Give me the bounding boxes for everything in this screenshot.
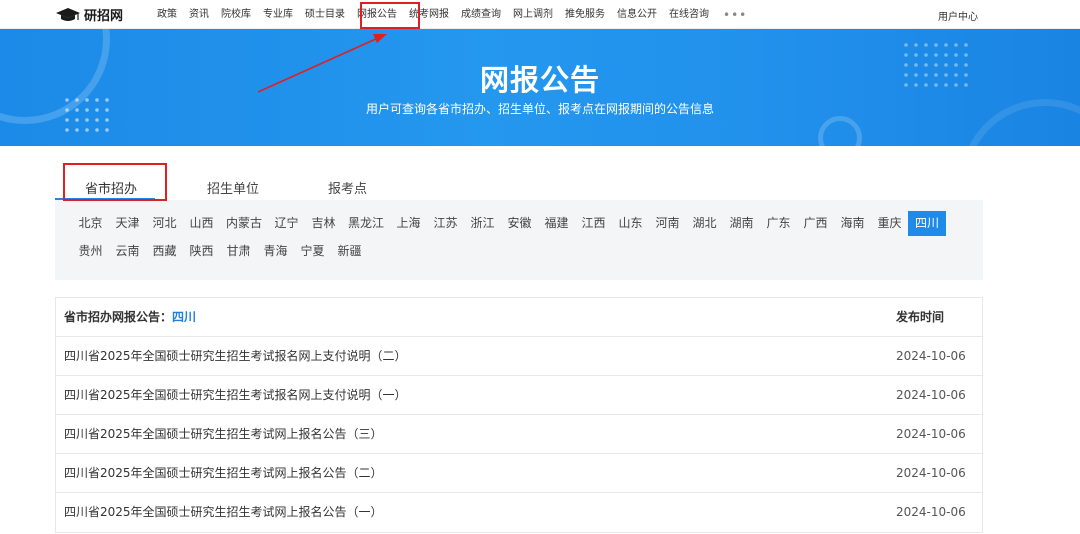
province-option[interactable]: 黑龙江 (342, 211, 390, 236)
publish-date: 2024-10-06 (896, 466, 966, 480)
publish-date: 2024-10-06 (896, 388, 966, 402)
province-option[interactable]: 重庆 (871, 211, 908, 236)
province-option[interactable]: 浙江 (464, 211, 501, 236)
page-banner: 网报公告 用户可查询各省市招办、招生单位、报考点在网报期间的公告信息 (0, 29, 1080, 146)
province-option[interactable]: 天津 (109, 211, 146, 236)
user-center-link[interactable]: 用户中心 (938, 8, 978, 23)
header-label: 省市招办网报公告： (64, 310, 173, 324)
banner-subtitle: 用户可查询各省市招办、招生单位、报考点在网报期间的公告信息 (365, 102, 714, 116)
tab-enrollment-unit[interactable]: 招生单位 (207, 178, 259, 197)
table-header: 省市招办网报公告：四川 发布时间 (56, 298, 982, 337)
province-option[interactable]: 湖北 (686, 211, 723, 236)
nav-item-recommend-service[interactable]: 推免服务 (559, 0, 611, 29)
nav-item-policy[interactable]: 政策 (151, 0, 183, 29)
decorative-ring (818, 116, 862, 146)
banner-title: 网报公告 (479, 63, 600, 97)
header-region: 四川 (172, 310, 197, 324)
province-option[interactable]: 辽宁 (268, 211, 305, 236)
site-logo[interactable]: 研招网 (55, 5, 123, 24)
province-option[interactable]: 广东 (760, 211, 797, 236)
province-option[interactable]: 江苏 (427, 211, 464, 236)
announcement-title-link[interactable]: 四川省2025年全国硕士研究生招生考试报名网上支付说明（一） (64, 376, 407, 415)
publish-date: 2024-10-06 (896, 427, 966, 441)
highlight-box-tab (63, 163, 167, 201)
announcement-title-link[interactable]: 四川省2025年全国硕士研究生招生考试网上报名公告（二） (64, 454, 383, 493)
main-menu: 政策 资讯 院校库 专业库 硕士目录 网报公告 统考网报 成绩查询 网上调剂 推免服务 信息公开 在线… (151, 0, 747, 29)
table-row[interactable]: 四川省2025年全国硕士研究生招生考试网上报名公告（二） 2024-10-06 (56, 454, 982, 493)
province-option[interactable]: 北京 (72, 211, 109, 236)
nav-item-news[interactable]: 资讯 (183, 0, 215, 29)
nav-item-school-library[interactable]: 院校库 (215, 0, 257, 29)
province-option[interactable]: 西藏 (146, 239, 183, 264)
highlight-box-nav (360, 2, 420, 29)
nav-item-info-disclosure[interactable]: 信息公开 (611, 0, 663, 29)
announcement-title-link[interactable]: 四川省2025年全国硕士研究生招生考试网上报名公告（三） (64, 415, 383, 454)
province-option[interactable]: 甘肃 (220, 239, 257, 264)
province-option[interactable]: 贵州 (72, 239, 109, 264)
graduation-cap-icon (56, 7, 80, 21)
province-filter-panel: 北京 天津 河北 山西 内蒙古 辽宁 吉林 黑龙江 上海 江苏 浙江 安徽 福建 江西 山东 河南 湖北 湖南 广东… (55, 200, 983, 280)
table-row[interactable]: 四川省2025年全国硕士研究生招生考试网上报名公告（三） 2024-10-06 (56, 415, 982, 454)
province-option[interactable]: 山西 (183, 211, 220, 236)
nav-item-online-consult[interactable]: 在线咨询 (663, 0, 715, 29)
more-menu-icon[interactable]: ••• (715, 8, 747, 22)
publish-date: 2024-10-06 (896, 349, 966, 363)
province-option[interactable]: 海南 (834, 211, 871, 236)
province-option[interactable]: 青海 (257, 239, 294, 264)
nav-item-master-catalog[interactable]: 硕士目录 (299, 0, 351, 29)
announcement-title-link[interactable]: 四川省2025年全国硕士研究生招生考试网上报名公告（一） (64, 493, 383, 532)
province-option[interactable]: 河南 (649, 211, 686, 236)
province-option[interactable]: 陕西 (183, 239, 220, 264)
province-option[interactable]: 江西 (575, 211, 612, 236)
province-option[interactable]: 四川 (908, 211, 946, 236)
nav-item-online-adjustment[interactable]: 网上调剂 (507, 0, 559, 29)
table-header-title: 省市招办网报公告：四川 (64, 298, 196, 337)
nav-item-major-library[interactable]: 专业库 (257, 0, 299, 29)
province-option[interactable]: 宁夏 (294, 239, 331, 264)
province-option[interactable]: 河北 (146, 211, 183, 236)
province-option[interactable]: 内蒙古 (220, 211, 268, 236)
province-option[interactable]: 广西 (797, 211, 834, 236)
publish-date: 2024-10-06 (896, 505, 966, 519)
announcement-title-link[interactable]: 四川省2025年全国硕士研究生招生考试报名网上支付说明（二） (64, 337, 407, 376)
date-column-header: 发布时间 (896, 310, 945, 324)
top-navigation-bar: 研招网 政策 资讯 院校库 专业库 硕士目录 网报公告 统考网报 成绩查询 网上调剂 推免服务 信息… (0, 0, 1080, 29)
province-option[interactable]: 福建 (538, 211, 575, 236)
province-row: 贵州 云南 西藏 陕西 甘肃 青海 宁夏 新疆 (72, 239, 368, 264)
logo-text: 研招网 (84, 9, 124, 24)
table-row[interactable]: 四川省2025年全国硕士研究生招生考试报名网上支付说明（一） 2024-10-06 (56, 376, 982, 415)
province-option[interactable]: 安徽 (501, 211, 538, 236)
province-row: 北京 天津 河北 山西 内蒙古 辽宁 吉林 黑龙江 上海 江苏 浙江 安徽 福建 江西 山东 河南 湖北 湖南 广东… (72, 211, 946, 236)
province-option[interactable]: 湖南 (723, 211, 760, 236)
province-option[interactable]: 上海 (390, 211, 427, 236)
province-option[interactable]: 新疆 (331, 239, 368, 264)
table-row[interactable]: 四川省2025年全国硕士研究生招生考试网上报名公告（一） 2024-10-06 (56, 493, 982, 532)
tab-exam-site[interactable]: 报考点 (328, 178, 367, 197)
province-option[interactable]: 山东 (612, 211, 649, 236)
province-option[interactable]: 吉林 (305, 211, 342, 236)
province-option[interactable]: 云南 (109, 239, 146, 264)
category-tabs: 省市招办 招生单位 报考点 (55, 172, 983, 200)
table-row[interactable]: 四川省2025年全国硕士研究生招生考试报名网上支付说明（二） 2024-10-06 (56, 337, 982, 376)
announcement-table: 省市招办网报公告：四川 发布时间 四川省2025年全国硕士研究生招生考试报名网上… (55, 297, 983, 533)
nav-item-score-query[interactable]: 成绩查询 (455, 0, 507, 29)
